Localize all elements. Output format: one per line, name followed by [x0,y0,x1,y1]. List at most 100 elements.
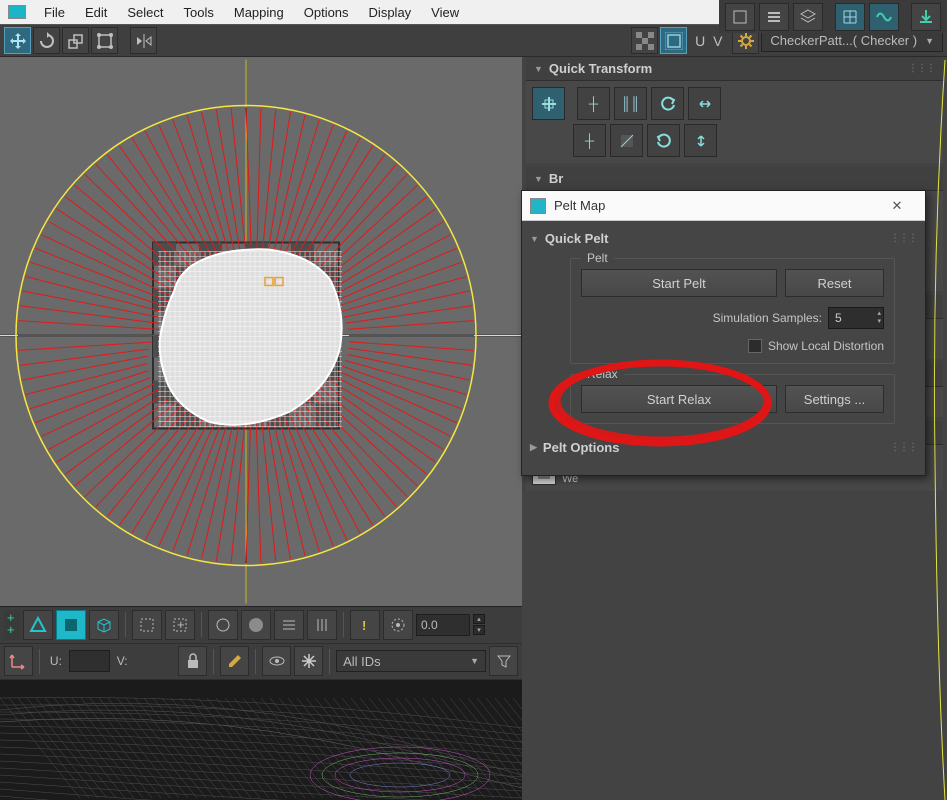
qt-align-vc-button[interactable]: ┼ [573,124,606,157]
qt-rotate-ccw-button[interactable] [651,87,684,120]
close-button[interactable]: ✕ [877,192,917,220]
chevron-down-icon: ▼ [530,234,539,244]
pelt-options-header[interactable]: ▶ Pelt Options ⋮⋮⋮ [530,434,917,461]
target-icon [389,616,407,634]
paint-select-button[interactable] [208,610,238,640]
qt-align-button[interactable] [532,87,565,120]
warn-button[interactable]: ! [350,610,380,640]
start-pelt-button[interactable]: Start Pelt [581,269,777,297]
layers-icon [799,8,817,26]
uv-viewport[interactable] [0,57,522,606]
list-icon [765,8,783,26]
curve-editor-button[interactable] [835,3,865,31]
u-field[interactable] [69,650,110,672]
dashed-plus-icon: + [171,616,189,634]
list-button[interactable] [759,3,789,31]
funnel-icon [495,652,513,670]
reset-button[interactable]: Reset [785,269,884,297]
qt-align-v-button[interactable]: ║║ [614,87,647,120]
snap-button[interactable] [294,646,323,676]
pelt-fieldset-label: Pelt [581,251,614,265]
br-panel-header[interactable]: ▼ Br [526,167,943,191]
rotate-icon [38,32,56,50]
qt-flip-v-button[interactable] [684,124,717,157]
flip-h-icon [696,95,714,113]
checker-icon [636,32,654,50]
triangle-icon [28,615,48,635]
ring-icon [313,616,331,634]
spinner-down[interactable]: ▾ [473,625,485,635]
menu-file[interactable]: File [34,0,75,24]
dashed-rect-icon [138,616,156,634]
filter-button[interactable] [489,646,518,676]
target-button[interactable] [383,610,413,640]
pen-icon [226,652,244,670]
qt-diag-button[interactable] [610,124,643,157]
spinner-up[interactable]: ▴ [473,614,485,624]
loop-button[interactable] [274,610,304,640]
track-view-button[interactable] [869,3,899,31]
transform-mode-button[interactable] [4,646,33,676]
menu-view[interactable]: View [421,0,469,24]
isolate-button[interactable] [725,3,755,31]
soft-selection-button[interactable] [241,610,271,640]
freeform-tool-button[interactable] [91,27,118,54]
dialog-titlebar[interactable]: Pelt Map ✕ [522,191,925,221]
brush-button[interactable] [220,646,249,676]
plus-icon: ++ [7,612,17,638]
settings-button[interactable]: Settings ... [785,385,884,413]
menu-display[interactable]: Display [359,0,422,24]
snowflake-icon [300,652,318,670]
map-rect-icon [665,32,683,50]
menu-edit[interactable]: Edit [75,0,117,24]
axis-icon [8,651,28,671]
start-relax-button[interactable]: Start Relax [581,385,777,413]
br-title: Br [549,171,563,186]
ring-button[interactable] [307,610,337,640]
element-mode-button[interactable] [89,610,119,640]
vertex-mode-button[interactable] [23,610,53,640]
rotate-cw-icon [655,132,673,150]
chevron-right-icon: ▶ [530,442,537,453]
quick-transform-header[interactable]: ▼ Quick Transform ⋮⋮⋮ [526,57,943,81]
perspective-viewport[interactable] [0,680,522,800]
expand-handle[interactable]: ++ [4,610,20,640]
svg-text:+: + [177,617,185,632]
download-button[interactable] [911,3,941,31]
qt-flip-h-button[interactable] [688,87,721,120]
u-label: U: [46,654,66,668]
lock-button[interactable] [178,646,207,676]
menu-mapping[interactable]: Mapping [224,0,294,24]
show-local-checkbox[interactable] [748,339,762,353]
display-button[interactable] [262,646,291,676]
menu-options[interactable]: Options [294,0,359,24]
sim-samples-label: Simulation Samples: [713,311,822,325]
square-icon [61,615,81,635]
grow-selection-button[interactable]: + [165,610,195,640]
quick-pelt-title: Quick Pelt [545,231,609,246]
qt-rotate-cw-button[interactable] [647,124,680,157]
menu-select[interactable]: Select [117,0,173,24]
crosshair-icon [539,94,559,114]
scale-tool-button[interactable] [62,27,89,54]
mirror-tool-button[interactable] [130,27,157,54]
show-map-button[interactable] [660,27,687,54]
mirror-icon [135,32,153,50]
checker-button[interactable] [631,27,658,54]
sim-samples-field[interactable]: 5 [828,307,884,329]
loop-icon [280,616,298,634]
relax-fieldset-label: Relax [581,367,624,381]
qt-align-hc-button[interactable]: ┼ [577,87,610,120]
select-inside-button[interactable] [132,610,162,640]
rotate-tool-button[interactable] [33,27,60,54]
layers-button[interactable] [793,3,823,31]
close-icon: ✕ [892,198,903,214]
falloff-field[interactable]: 0.0 [416,614,470,636]
v-label: V: [113,654,132,668]
menu-tools[interactable]: Tools [174,0,224,24]
chevron-down-icon: ▼ [534,64,543,74]
id-filter-dropdown[interactable]: All IDs ▼ [336,650,486,672]
face-mode-button[interactable] [56,610,86,640]
move-tool-button[interactable] [4,27,31,54]
quick-pelt-header[interactable]: ▼ Quick Pelt ⋮⋮⋮ [530,225,917,252]
